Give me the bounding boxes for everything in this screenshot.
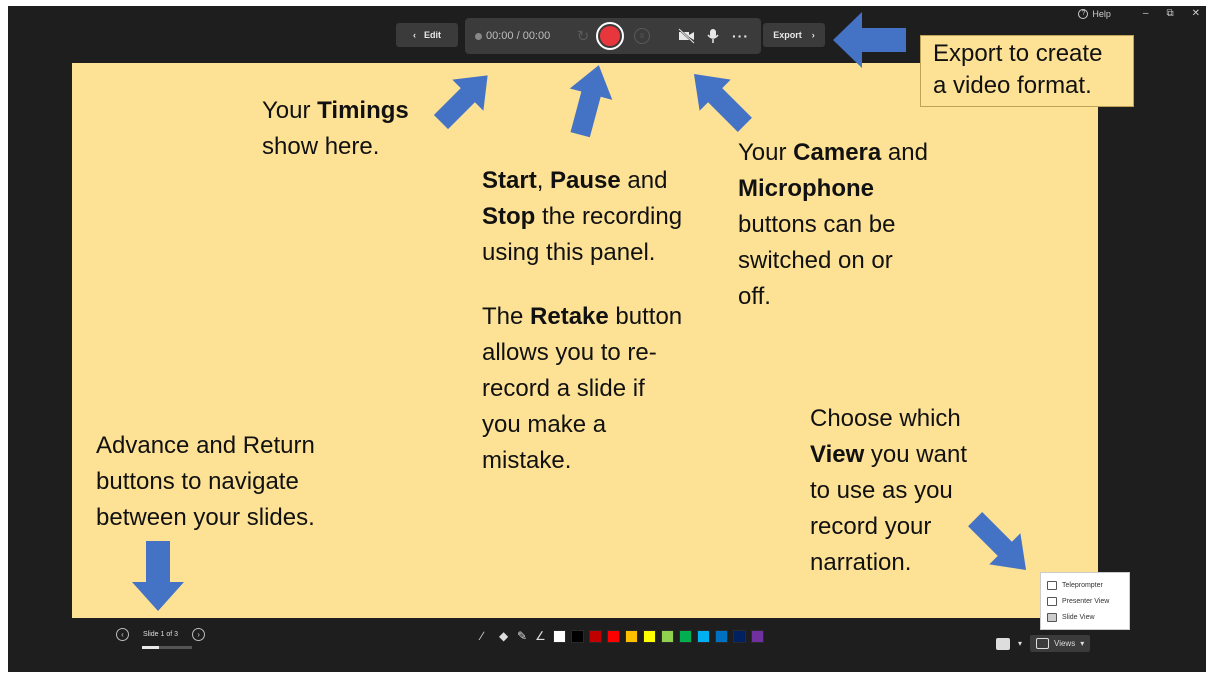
camera-toggle-button[interactable] xyxy=(678,28,696,44)
ink-color-swatch[interactable] xyxy=(553,630,566,643)
restore-button[interactable]: ⧉ xyxy=(1166,8,1173,19)
eraser-icon[interactable]: ◆ xyxy=(499,630,512,643)
microphone-toggle-button[interactable] xyxy=(706,28,720,44)
chevron-down-icon[interactable]: ▾ xyxy=(1018,639,1022,648)
ink-tools: ∕ ◆ ✎ ∠ xyxy=(481,630,764,643)
more-options-button[interactable]: ··· xyxy=(732,28,749,44)
slide-canvas: Your Timings show here. Start, Pause and… xyxy=(72,63,1098,618)
help-label: Help xyxy=(1092,8,1111,19)
pause-icon: II xyxy=(640,32,644,40)
ink-color-swatch[interactable] xyxy=(751,630,764,643)
slide-navigation: ‹ Slide 1 of 3 › xyxy=(116,628,206,641)
views-menu-item-label: Teleprompter xyxy=(1062,581,1103,589)
ink-color-swatch[interactable] xyxy=(607,630,620,643)
recording-status-dot xyxy=(475,32,482,40)
ink-color-swatch[interactable] xyxy=(661,630,674,643)
chevron-right-icon: › xyxy=(197,630,200,639)
previous-slide-button[interactable]: ‹ xyxy=(116,628,129,641)
views-label: Views xyxy=(1054,639,1076,648)
close-button[interactable]: ✕ xyxy=(1192,8,1200,19)
camera-mode-button[interactable] xyxy=(996,637,1010,650)
views-menu-item-label: Slide View xyxy=(1062,613,1095,621)
export-callout: Export to create a video format. xyxy=(920,35,1134,107)
view-callout: Choose which View you want to use as you… xyxy=(810,405,967,576)
recording-controls-callout: Start, Pause and Stop the recording usin… xyxy=(482,167,683,266)
view-mode-icon xyxy=(1047,596,1057,606)
microphone-icon xyxy=(707,29,719,43)
help-button[interactable]: ? Help xyxy=(1078,8,1111,19)
slide-progress-fill xyxy=(142,646,159,649)
recording-studio-window: ? Help – ⧉ ✕ ‹ Edit 00:00 / 00:00 ↻ II ·… xyxy=(8,6,1206,672)
ink-color-swatch[interactable] xyxy=(625,630,638,643)
record-icon xyxy=(600,26,620,46)
view-mode-icon xyxy=(1047,580,1057,590)
ink-color-swatch[interactable] xyxy=(697,630,710,643)
views-button[interactable]: Views ▾ xyxy=(1030,635,1091,652)
timings-callout: Your Timings show here. xyxy=(262,97,409,160)
views-icon xyxy=(1036,638,1050,649)
retake-icon: ↻ xyxy=(576,28,590,45)
record-button[interactable] xyxy=(596,22,624,50)
chevron-left-icon: ‹ xyxy=(121,630,124,639)
ink-color-swatch[interactable] xyxy=(571,630,584,643)
navigation-callout: Advance and Return buttons to navigate b… xyxy=(96,432,315,531)
pen-icon[interactable]: ✎ xyxy=(517,630,530,643)
slide-counter: Slide 1 of 3 xyxy=(143,631,179,638)
edit-label: Edit xyxy=(424,30,441,40)
edit-button[interactable]: ‹ Edit xyxy=(396,23,458,47)
chevron-right-icon: › xyxy=(811,30,815,40)
views-menu-item[interactable]: Teleprompter xyxy=(1045,577,1125,593)
caret-down-icon: ▾ xyxy=(1080,639,1085,648)
retake-button[interactable]: ↻ xyxy=(572,25,594,47)
camera-off-icon xyxy=(678,28,695,44)
next-slide-button[interactable]: › xyxy=(192,628,206,641)
recording-timer: 00:00 / 00:00 xyxy=(486,30,551,42)
camera-mic-callout: Your Camera and Microphone buttons can b… xyxy=(738,139,928,310)
chevron-left-icon: ‹ xyxy=(413,30,416,40)
pause-button[interactable]: II xyxy=(634,28,650,44)
views-menu-item-label: Presenter View xyxy=(1062,597,1110,605)
laser-pointer-icon[interactable]: ∕ xyxy=(481,630,494,643)
window-controls: ? Help – ⧉ ✕ xyxy=(1078,8,1200,19)
ink-color-swatch[interactable] xyxy=(643,630,656,643)
recording-panel: 00:00 / 00:00 ↻ II ··· xyxy=(465,18,761,54)
ink-color-swatch[interactable] xyxy=(679,630,692,643)
views-menu: Teleprompter Presenter View Slide View xyxy=(1040,572,1130,630)
ink-color-swatch[interactable] xyxy=(733,630,746,643)
ink-color-swatch[interactable] xyxy=(589,630,602,643)
minimize-button[interactable]: – xyxy=(1143,8,1149,19)
views-menu-item[interactable]: Slide View xyxy=(1045,609,1125,625)
view-mode-icon xyxy=(1047,612,1057,622)
slide-progress-bar xyxy=(142,646,192,649)
highlighter-icon[interactable]: ∠ xyxy=(535,630,548,643)
export-label: Export xyxy=(773,30,802,40)
export-button[interactable]: Export › xyxy=(763,23,825,47)
ink-color-swatch[interactable] xyxy=(715,630,728,643)
view-controls: ▾ Views ▾ xyxy=(996,635,1091,652)
views-menu-item[interactable]: Presenter View xyxy=(1045,593,1125,609)
help-icon: ? xyxy=(1078,8,1089,19)
retake-callout: The Retake button allows you to re- reco… xyxy=(482,303,683,474)
